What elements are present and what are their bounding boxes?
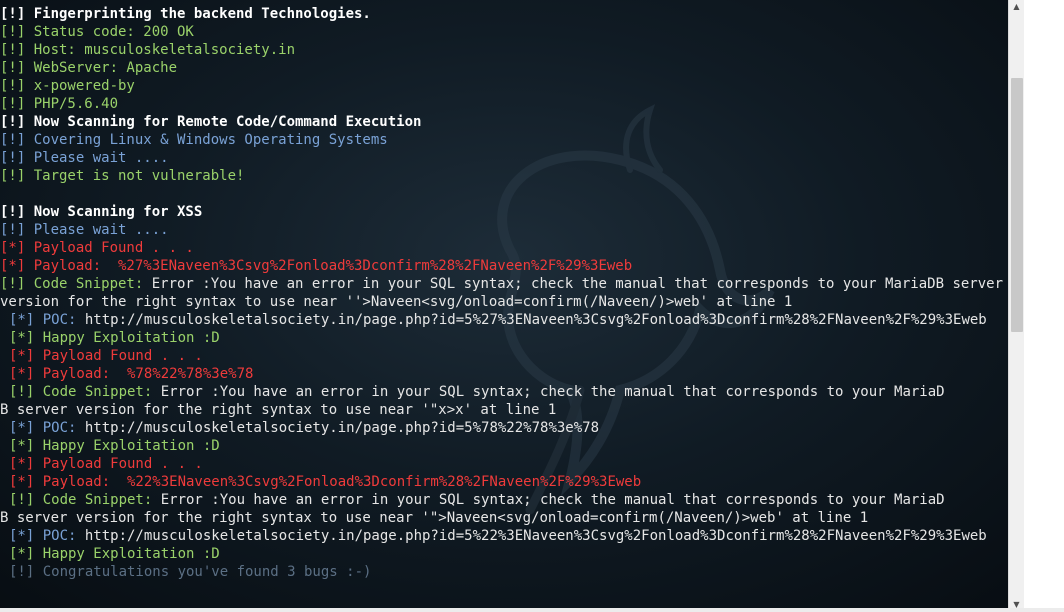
- terminal-line: [!] Now Scanning for XSS: [0, 203, 1008, 221]
- line-prefix-text: [!] WebServer: Apache: [0, 60, 178, 76]
- line-prefix-text: [!] Covering Linux & Windows Operating S…: [0, 132, 388, 148]
- line-prefix-text: [*] POC:: [9, 528, 85, 544]
- line-prefix-text: [!] Please wait ....: [0, 150, 169, 166]
- line-prefix-text: [!] Congratulations you've found 3 bugs …: [9, 564, 372, 580]
- terminal-line: [*] Payload Found . . .: [0, 455, 1008, 473]
- terminal-line: [!] Code Snippet: Error :You have an err…: [0, 383, 1008, 401]
- line-body-text: http://musculoskeletalsociety.in/page.ph…: [84, 312, 987, 328]
- line-body-text: http://musculoskeletalsociety.in/page.ph…: [84, 528, 987, 544]
- terminal-line: [*] Payload: %27%3ENaveen%3Csvg%2Fonload…: [0, 257, 1008, 275]
- terminal-line: [!] Now Scanning for Remote Code/Command…: [0, 113, 1008, 131]
- terminal-line: [*] POC: http://musculoskeletalsociety.i…: [0, 419, 1008, 437]
- line-prefix-text: [!] Now Scanning for XSS: [0, 204, 203, 220]
- scroll-up-arrow-icon[interactable]: ▲: [1009, 0, 1024, 14]
- line-prefix-text: [!] Host: musculoskeletalsociety.in: [0, 42, 296, 58]
- line-prefix-text: [!] Code Snippet:: [9, 384, 161, 400]
- line-body-text: Error :You have an error in your SQL syn…: [0, 276, 1004, 310]
- line-prefix-text: [*] Happy Exploitation :D: [9, 330, 220, 346]
- terminal-line: [*] Payload: %22%3ENaveen%3Csvg%2Fonload…: [0, 473, 1008, 491]
- terminal-line: [*] Happy Exploitation :D: [0, 437, 1008, 455]
- line-prefix-text: [*] Payload Found . . .: [9, 348, 203, 364]
- terminal-line: [!] PHP/5.6.40: [0, 95, 1008, 113]
- line-body-text: http://musculoskeletalsociety.in/page.ph…: [84, 420, 600, 436]
- vertical-scrollbar[interactable]: ▲ ▼: [1008, 0, 1024, 612]
- line-prefix-text: [*] POC:: [9, 312, 85, 328]
- line-prefix-text: [*] Happy Exploitation :D: [9, 438, 220, 454]
- line-prefix-text: B server version for the right syntax to…: [0, 510, 869, 526]
- line-body-text: Error :You have an error in your SQL syn…: [160, 492, 945, 508]
- line-prefix-text: [*] Payload Found . . .: [0, 240, 194, 256]
- terminal-line: B server version for the right syntax to…: [0, 401, 1008, 419]
- terminal-line: [!] Please wait ....: [0, 149, 1008, 167]
- line-prefix-text: [!] Code Snippet:: [9, 492, 161, 508]
- terminal-line: B server version for the right syntax to…: [0, 509, 1008, 527]
- line-prefix-text: [*] Payload: %78%22%78%3e%78: [9, 366, 254, 382]
- line-prefix-text: [*] Happy Exploitation :D: [9, 546, 220, 562]
- line-prefix-text: [*] POC:: [9, 420, 85, 436]
- window-edge: [1024, 0, 1064, 612]
- terminal-line: [!] x-powered-by: [0, 77, 1008, 95]
- terminal-window[interactable]: [!] Fingerprinting the backend Technolog…: [0, 0, 1064, 612]
- terminal-line: [*] Payload: %78%22%78%3e%78: [0, 365, 1008, 383]
- terminal-line: [!] Congratulations you've found 3 bugs …: [0, 563, 1008, 581]
- line-prefix-text: [!] PHP/5.6.40: [0, 96, 119, 112]
- terminal-line: [*] Happy Exploitation :D: [0, 329, 1008, 347]
- line-body-text: Error :You have an error in your SQL syn…: [160, 384, 945, 400]
- line-prefix-text: [*] Payload Found . . .: [9, 456, 203, 472]
- window-bottom-edge: [0, 608, 1064, 612]
- line-prefix-text: B server version for the right syntax to…: [0, 402, 557, 418]
- line-prefix-text: [!] Fingerprinting the backend Technolog…: [0, 6, 371, 22]
- scrollbar-thumb[interactable]: [1011, 78, 1023, 332]
- line-prefix-text: [!] Status code: 200 OK: [0, 24, 194, 40]
- line-prefix-text: [!] Code Snippet:: [0, 276, 152, 292]
- terminal-line: [!] WebServer: Apache: [0, 59, 1008, 77]
- terminal-line: [*] Payload Found . . .: [0, 347, 1008, 365]
- terminal-line: [!] Fingerprinting the backend Technolog…: [0, 5, 1008, 23]
- line-prefix-text: [!] Now Scanning for Remote Code/Command…: [0, 114, 422, 130]
- terminal-line: [!] Covering Linux & Windows Operating S…: [0, 131, 1008, 149]
- terminal-line: [*] POC: http://musculoskeletalsociety.i…: [0, 527, 1008, 545]
- line-prefix-text: [!] Please wait ....: [0, 222, 169, 238]
- line-prefix-text: [*] Payload: %27%3ENaveen%3Csvg%2Fonload…: [0, 258, 633, 274]
- line-prefix-text: [*] Payload: %22%3ENaveen%3Csvg%2Fonload…: [9, 474, 642, 490]
- terminal-line: [!] Target is not vulnerable!: [0, 167, 1008, 185]
- terminal-output[interactable]: [!] Fingerprinting the backend Technolog…: [0, 5, 1008, 581]
- terminal-line: [!] Host: musculoskeletalsociety.in: [0, 41, 1008, 59]
- terminal-line: [*] Payload Found . . .: [0, 239, 1008, 257]
- terminal-line: [!] Please wait ....: [0, 221, 1008, 239]
- terminal-line: [!] Status code: 200 OK: [0, 23, 1008, 41]
- line-prefix-text: [!] Target is not vulnerable!: [0, 168, 245, 184]
- terminal-line: [*] Happy Exploitation :D: [0, 545, 1008, 563]
- terminal-line: [!] Code Snippet: Error :You have an err…: [0, 491, 1008, 509]
- terminal-line: [!] Code Snippet: Error :You have an err…: [0, 275, 1008, 311]
- terminal-line: [*] POC: http://musculoskeletalsociety.i…: [0, 311, 1008, 329]
- line-prefix-text: [!] x-powered-by: [0, 78, 135, 94]
